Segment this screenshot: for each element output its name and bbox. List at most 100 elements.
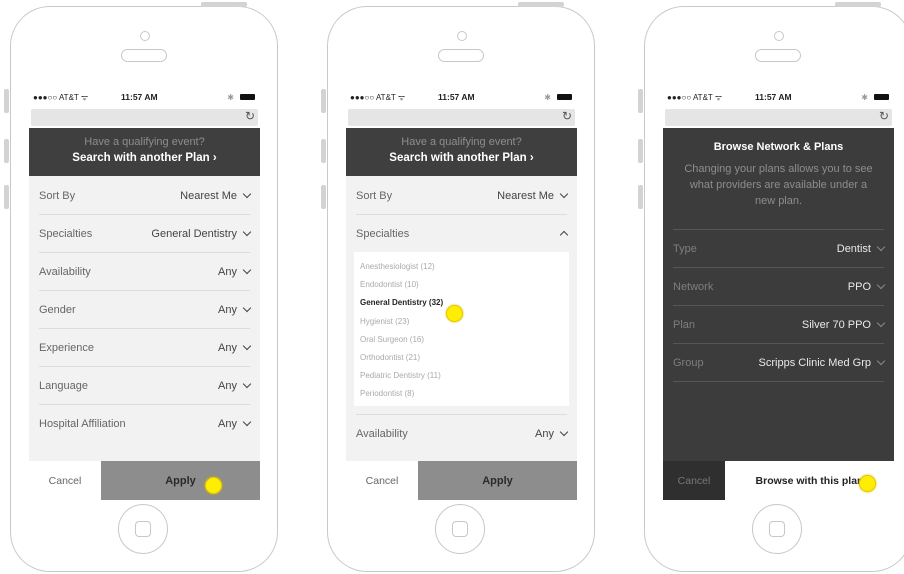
specialty-option[interactable]: Orthodontist (21)	[354, 349, 569, 367]
filter-language[interactable]: Language Any	[39, 367, 252, 405]
reload-icon[interactable]: ↻	[245, 109, 255, 123]
mute-switch	[4, 89, 9, 113]
home-button[interactable]	[435, 504, 485, 554]
filter-label: Availability	[39, 265, 91, 278]
action-footer: Cancel Apply	[29, 461, 260, 500]
field-value: PPO	[847, 280, 871, 293]
chevron-up-icon	[559, 230, 569, 240]
reload-icon[interactable]: ↻	[879, 109, 889, 123]
specialties-screen: ●●●○○ AT&T ᯤ 11:57 AM ✱ ↻ Have a qualify…	[346, 86, 577, 500]
field-group[interactable]: Group Scripps Clinic Med Grp	[673, 344, 886, 382]
chevron-down-icon	[242, 303, 252, 313]
apply-button[interactable]: Apply	[101, 461, 260, 500]
filter-specialties[interactable]: Specialties General Dentistry	[39, 215, 252, 253]
volume-down-button	[321, 185, 326, 209]
banner-question: Have a qualifying event?	[401, 136, 522, 148]
speaker-grille	[121, 49, 167, 62]
camera-icon	[774, 31, 784, 41]
home-square-icon	[452, 521, 468, 537]
filter-value: Any	[218, 417, 237, 430]
power-button	[518, 2, 564, 7]
filter-gender[interactable]: Gender Any	[39, 291, 252, 329]
specialty-option[interactable]: Endodontist (10)	[354, 276, 569, 294]
field-plan[interactable]: Plan Silver 70 PPO	[673, 306, 886, 344]
filter-specialties-expanded[interactable]: Specialties	[356, 215, 569, 252]
bluetooth-icon: ✱	[227, 92, 234, 102]
search-another-plan-link[interactable]: Search with another Plan ›	[29, 152, 260, 164]
volume-up-button	[638, 139, 643, 163]
bluetooth-icon: ✱	[861, 92, 868, 102]
phone-frame-specialties: ●●●○○ AT&T ᯤ 11:57 AM ✱ ↻ Have a qualify…	[321, 2, 595, 572]
chevron-down-icon	[242, 379, 252, 389]
browser-url-bar: ↻	[663, 108, 894, 128]
chevron-down-icon	[876, 242, 886, 252]
bluetooth-icon: ✱	[544, 92, 551, 102]
chevron-down-icon	[242, 417, 252, 427]
cancel-button[interactable]: Cancel	[346, 461, 418, 500]
phone-frame-browse-plans: ●●●○○ AT&T ᯤ 11:57 AM ✱ ↻ Browse Network…	[638, 2, 904, 572]
field-label: Network	[673, 280, 714, 293]
filter-hospital-affiliation[interactable]: Hospital Affiliation Any	[39, 405, 252, 442]
qualifying-event-banner[interactable]: Have a qualifying event? Search with ano…	[29, 128, 260, 176]
volume-up-button	[4, 139, 9, 163]
battery-icon	[240, 94, 255, 100]
speaker-grille	[755, 49, 801, 62]
filter-list: Sort By Nearest Me Specialties General D…	[29, 176, 260, 442]
tap-indicator	[859, 475, 876, 492]
filter-value: Nearest Me	[180, 189, 237, 202]
browser-url-bar: ↻	[29, 108, 260, 128]
filter-availability[interactable]: Availability Any	[356, 414, 569, 452]
field-label: Type	[673, 242, 697, 255]
filter-label: Hospital Affiliation	[39, 417, 126, 430]
qualifying-event-banner[interactable]: Have a qualifying event? Search with ano…	[346, 128, 577, 176]
url-field[interactable]	[665, 109, 892, 126]
reload-icon[interactable]: ↻	[562, 109, 572, 123]
filter-label: Specialties	[39, 227, 93, 240]
carrier-label: ●●●○○ AT&T ᯤ	[667, 92, 723, 102]
carrier-label: ●●●○○ AT&T ᯤ	[33, 92, 89, 102]
filter-label: Experience	[39, 341, 95, 354]
filter-experience[interactable]: Experience Any	[39, 329, 252, 367]
power-button	[835, 2, 881, 7]
cancel-button[interactable]: Cancel	[663, 461, 725, 500]
search-another-plan-link[interactable]: Search with another Plan ›	[346, 152, 577, 164]
apply-button[interactable]: Apply	[418, 461, 577, 500]
mute-switch	[638, 89, 643, 113]
chevron-down-icon	[559, 189, 569, 199]
specialty-option[interactable]: Anesthesiologist (12)	[354, 258, 569, 276]
url-field[interactable]	[348, 109, 575, 126]
battery-icon	[557, 94, 572, 100]
carrier-label: ●●●○○ AT&T ᯤ	[350, 92, 406, 102]
mute-switch	[321, 89, 326, 113]
url-field[interactable]	[31, 109, 258, 126]
filter-label: Language	[39, 379, 88, 392]
browser-url-bar: ↻	[346, 108, 577, 128]
status-bar: ●●●○○ AT&T ᯤ 11:57 AM ✱	[346, 86, 577, 108]
filter-sort-by[interactable]: Sort By Nearest Me	[356, 177, 569, 215]
filter-value: General Dentistry	[151, 227, 237, 240]
specialty-option[interactable]: Oral Surgeon (16)	[354, 331, 569, 349]
filter-sort-by[interactable]: Sort By Nearest Me	[39, 177, 252, 215]
filter-availability[interactable]: Availability Any	[39, 253, 252, 291]
home-button[interactable]	[752, 504, 802, 554]
camera-icon	[140, 31, 150, 41]
tap-indicator	[446, 305, 463, 322]
field-network[interactable]: Network PPO	[673, 268, 886, 306]
chevron-down-icon	[876, 280, 886, 290]
chevron-down-icon	[242, 341, 252, 351]
field-value: Scripps Clinic Med Grp	[758, 356, 871, 369]
camera-icon	[457, 31, 467, 41]
field-type[interactable]: Type Dentist	[673, 230, 886, 268]
specialty-option[interactable]: Pediatric Dentistry (11)	[354, 367, 569, 385]
volume-down-button	[638, 185, 643, 209]
filter-value: Nearest Me	[497, 189, 554, 202]
filter-label: Availability	[356, 427, 408, 440]
home-button[interactable]	[118, 504, 168, 554]
chevron-down-icon	[876, 356, 886, 366]
filter-value: Any	[535, 427, 554, 440]
filter-label: Sort By	[39, 189, 76, 202]
cancel-button[interactable]: Cancel	[29, 461, 101, 500]
field-value: Silver 70 PPO	[801, 318, 871, 331]
filter-value: Any	[218, 379, 237, 392]
specialty-option[interactable]: Periodontist (8)	[354, 385, 569, 403]
